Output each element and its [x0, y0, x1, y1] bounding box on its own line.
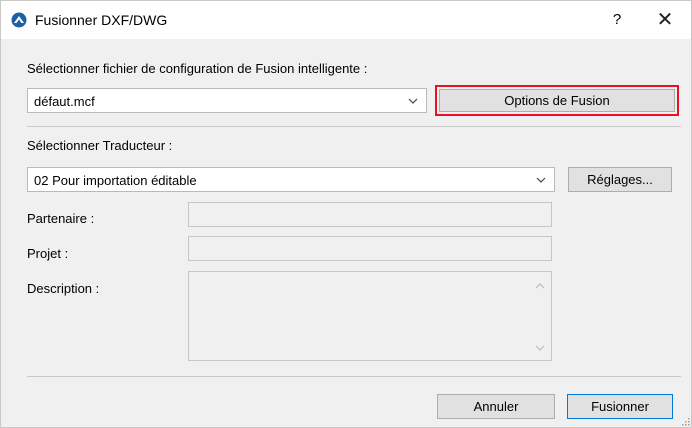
partner-label: Partenaire :: [27, 211, 95, 226]
settings-button[interactable]: Réglages...: [568, 167, 672, 192]
chevron-down-icon: [408, 98, 418, 104]
archicad-app-icon: [11, 12, 27, 28]
translator-select[interactable]: 02 Pour importation éditable: [27, 167, 555, 192]
fusion-options-button[interactable]: Options de Fusion: [439, 89, 675, 112]
merge-button[interactable]: Fusionner: [567, 394, 673, 419]
close-button[interactable]: ✕: [653, 8, 677, 32]
cancel-button[interactable]: Annuler: [437, 394, 555, 419]
resize-grip-icon[interactable]: [681, 417, 690, 426]
description-field[interactable]: [188, 271, 552, 361]
translator-value: 02 Pour importation éditable: [34, 173, 197, 188]
chevron-down-icon: [536, 177, 546, 183]
description-label: Description :: [27, 281, 100, 296]
config-file-label: Sélectionner fichier de configuration de…: [27, 61, 368, 76]
config-file-value: défaut.mcf: [34, 94, 95, 109]
translator-label: Sélectionner Traducteur :: [27, 138, 173, 153]
scroll-down-icon[interactable]: [535, 344, 545, 352]
partner-field[interactable]: [188, 202, 552, 227]
title-bar[interactable]: Fusionner DXF/DWG ? ✕: [1, 1, 691, 39]
merge-dxf-dwg-dialog: Fusionner DXF/DWG ? ✕ Sélectionner fichi…: [0, 0, 692, 428]
window-title: Fusionner DXF/DWG: [35, 12, 168, 28]
separator: [27, 376, 681, 377]
project-field[interactable]: [188, 236, 552, 261]
scroll-up-icon[interactable]: [535, 282, 545, 290]
separator: [27, 126, 681, 127]
help-button[interactable]: ?: [607, 9, 627, 31]
config-file-select[interactable]: défaut.mcf: [27, 88, 427, 113]
project-label: Projet :: [27, 246, 69, 261]
